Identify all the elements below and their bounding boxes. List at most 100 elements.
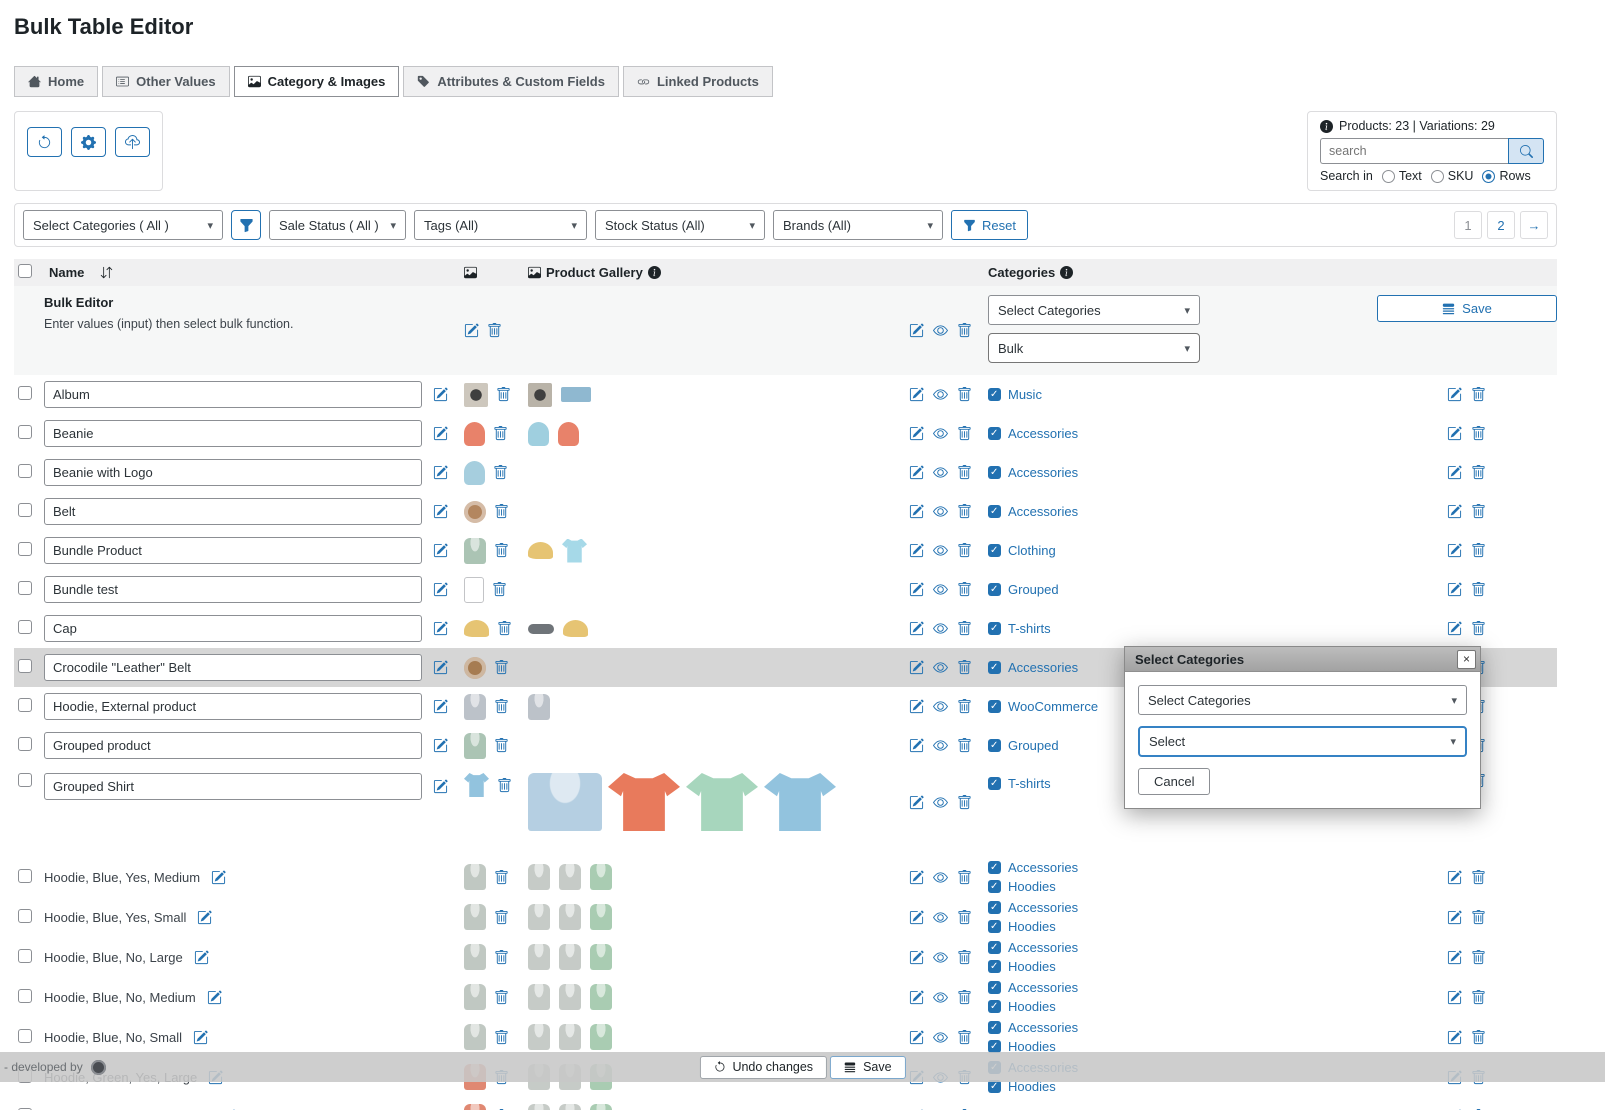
product-image-thumbnail[interactable] [464, 1104, 486, 1110]
stock-status-filter-select[interactable]: Stock Status (All) [595, 210, 765, 240]
category-link[interactable]: Hoodies [1008, 919, 1056, 934]
view-gallery-icon[interactable] [933, 621, 948, 636]
edit-name-icon[interactable] [193, 1030, 208, 1045]
product-name-input[interactable] [44, 773, 422, 800]
category-link[interactable]: Hoodies [1008, 959, 1056, 974]
delete-image-icon[interactable] [493, 426, 508, 441]
view-gallery-icon[interactable] [933, 990, 948, 1005]
bulk-function-select[interactable]: Bulk [988, 333, 1200, 363]
edit-name-icon[interactable] [194, 950, 209, 965]
row-checkbox[interactable] [18, 773, 32, 787]
product-image-thumbnail[interactable] [559, 1024, 581, 1050]
edit-categories-icon[interactable] [1447, 990, 1462, 1005]
product-image-thumbnail[interactable] [464, 657, 486, 679]
delete-categories-icon[interactable] [1471, 543, 1486, 558]
category-checkbox[interactable] [988, 941, 1001, 954]
edit-name-icon[interactable] [433, 504, 448, 519]
search-in-text[interactable]: Text [1382, 169, 1422, 183]
product-image-thumbnail[interactable] [559, 1104, 581, 1110]
delete-gallery-icon[interactable] [957, 465, 972, 480]
delete-categories-icon[interactable] [1471, 1030, 1486, 1045]
edit-gallery-icon[interactable] [909, 426, 924, 441]
edit-gallery-icon[interactable] [909, 950, 924, 965]
view-gallery-icon[interactable] [933, 795, 948, 810]
delete-gallery-icon[interactable] [957, 582, 972, 597]
edit-name-icon[interactable] [433, 621, 448, 636]
edit-categories-icon[interactable] [1447, 950, 1462, 965]
edit-gallery-icon[interactable] [909, 504, 924, 519]
category-checkbox[interactable] [988, 466, 1001, 479]
bulk-category-select[interactable]: Select Categories [988, 295, 1200, 325]
category-link[interactable]: T-shirts [1008, 776, 1051, 791]
category-checkbox[interactable] [988, 960, 1001, 973]
category-checkbox[interactable] [988, 505, 1001, 518]
bulk-save-button[interactable]: Save [1377, 295, 1557, 322]
delete-gallery-icon[interactable] [957, 950, 972, 965]
edit-name-icon[interactable] [433, 426, 448, 441]
category-link[interactable]: Accessories [1008, 860, 1078, 875]
row-checkbox[interactable] [18, 464, 32, 478]
category-link[interactable]: Accessories [1008, 940, 1078, 955]
delete-categories-icon[interactable] [1471, 426, 1486, 441]
delete-categories-icon[interactable] [1471, 465, 1486, 480]
tab-other-values[interactable]: Other Values [102, 66, 229, 97]
category-checkbox[interactable] [988, 622, 1001, 635]
product-image-thumbnail[interactable] [528, 383, 552, 407]
view-gallery-icon[interactable] [933, 738, 948, 753]
categories-info-icon[interactable] [1060, 266, 1073, 279]
category-checkbox[interactable] [988, 1021, 1001, 1034]
edit-gallery-icon[interactable] [909, 738, 924, 753]
delete-image-icon[interactable] [494, 504, 509, 519]
category-checkbox[interactable] [988, 544, 1001, 557]
search-in-sku[interactable]: SKU [1431, 169, 1474, 183]
brands-filter-select[interactable]: Brands (All) [773, 210, 943, 240]
delete-gallery-icon[interactable] [957, 1030, 972, 1045]
product-image-thumbnail[interactable] [608, 773, 680, 831]
delete-gallery-icon[interactable] [957, 990, 972, 1005]
upload-button[interactable] [115, 127, 150, 157]
category-link[interactable]: Accessories [1008, 504, 1078, 519]
view-gallery-icon[interactable] [933, 660, 948, 675]
edit-categories-icon[interactable] [1447, 426, 1462, 441]
tab-linked-products[interactable]: Linked Products [623, 66, 773, 97]
product-image-thumbnail[interactable] [528, 694, 550, 720]
row-checkbox[interactable] [18, 503, 32, 517]
category-link[interactable]: WooCommerce [1008, 699, 1098, 714]
product-image-thumbnail[interactable] [464, 864, 486, 890]
product-image-thumbnail[interactable] [464, 944, 486, 970]
product-image-thumbnail[interactable] [464, 422, 485, 446]
category-checkbox[interactable] [988, 661, 1001, 674]
row-checkbox[interactable] [18, 386, 32, 400]
delete-image-icon[interactable] [494, 950, 509, 965]
product-image-thumbnail[interactable] [528, 944, 550, 970]
bulk-view-gallery-icon[interactable] [933, 323, 948, 338]
category-checkbox[interactable] [988, 880, 1001, 893]
delete-image-icon[interactable] [492, 582, 507, 597]
product-image-thumbnail[interactable] [464, 984, 486, 1010]
product-image-thumbnail[interactable] [559, 944, 581, 970]
product-image-thumbnail[interactable] [686, 773, 758, 831]
product-image-thumbnail[interactable] [559, 984, 581, 1010]
category-link[interactable]: T-shirts [1008, 621, 1051, 636]
select-all-checkbox[interactable] [18, 264, 32, 278]
edit-gallery-icon[interactable] [909, 660, 924, 675]
category-link[interactable]: Hoodies [1008, 879, 1056, 894]
edit-gallery-icon[interactable] [909, 795, 924, 810]
category-checkbox[interactable] [988, 1000, 1001, 1013]
product-image-thumbnail[interactable] [464, 383, 488, 407]
product-name-input[interactable] [44, 537, 422, 564]
product-name-input[interactable] [44, 693, 422, 720]
category-link[interactable]: Music [1008, 387, 1042, 402]
edit-gallery-icon[interactable] [909, 699, 924, 714]
bulk-delete-gallery-icon[interactable] [957, 323, 972, 338]
product-name-input[interactable] [44, 459, 422, 486]
edit-gallery-icon[interactable] [909, 1030, 924, 1045]
product-image-thumbnail[interactable] [528, 773, 602, 831]
delete-gallery-icon[interactable] [957, 504, 972, 519]
category-link[interactable]: Accessories [1008, 980, 1078, 995]
category-checkbox[interactable] [988, 583, 1001, 596]
product-image-thumbnail[interactable] [528, 864, 550, 890]
product-image-thumbnail[interactable] [561, 387, 591, 402]
delete-image-icon[interactable] [496, 387, 511, 402]
edit-categories-icon[interactable] [1447, 870, 1462, 885]
